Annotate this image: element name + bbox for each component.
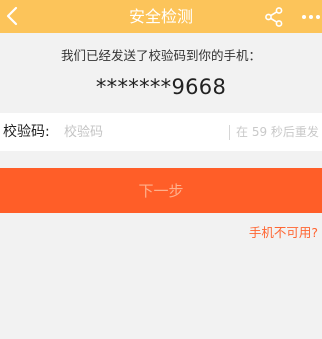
masked-phone-number: *******9668	[95, 75, 227, 99]
next-step-button[interactable]: 下一步	[0, 168, 322, 213]
verification-code-row: 校验码: 在 59 秒后重发	[0, 113, 322, 151]
field-divider	[229, 125, 230, 140]
verification-code-input[interactable]	[60, 119, 228, 145]
resend-countdown: 在 59 秒后重发	[236, 125, 319, 139]
sent-code-notice: 我们已经发送了校验码到你的手机：	[60, 48, 261, 63]
header-bar: 安全检测	[0, 0, 322, 33]
share-icon[interactable]	[263, 6, 285, 28]
phone-unavailable-link[interactable]: 手机不可用?	[249, 222, 318, 241]
code-label: 校验码:	[3, 124, 50, 140]
more-icon[interactable]	[300, 6, 322, 28]
